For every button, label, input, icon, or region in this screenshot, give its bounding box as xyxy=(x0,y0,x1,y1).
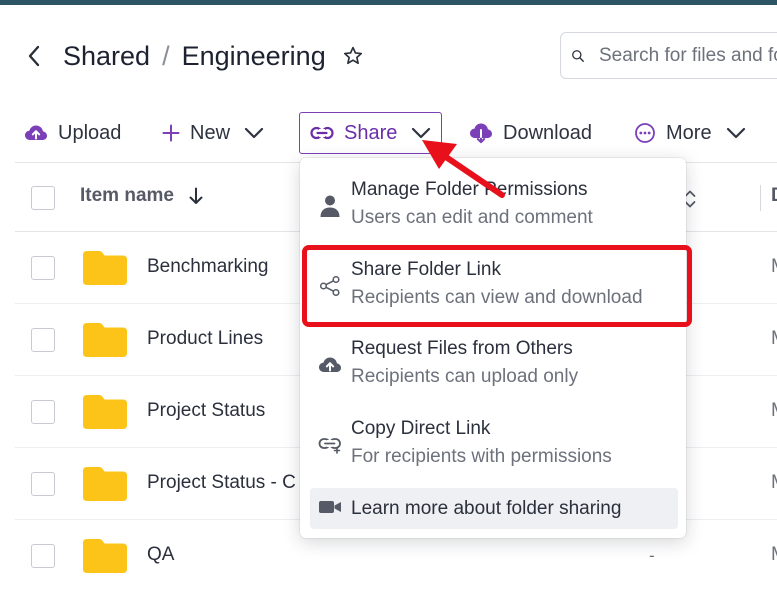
row-size: - xyxy=(649,546,655,565)
row-name[interactable]: Benchmarking xyxy=(147,256,268,278)
star-icon xyxy=(343,46,362,65)
more-button[interactable]: More xyxy=(634,112,746,154)
menu-item-request-files[interactable]: Request Files from Others Recipients can… xyxy=(300,317,686,387)
new-label: New xyxy=(190,121,231,144)
folder-icon xyxy=(83,467,127,501)
chevron-down-icon xyxy=(411,127,431,139)
download-label: Download xyxy=(503,121,592,144)
more-label: More xyxy=(666,121,712,144)
upload-label: Upload xyxy=(58,121,122,144)
share-label: Share xyxy=(344,121,398,144)
folder-icon xyxy=(83,323,127,357)
cloud-upload-icon xyxy=(24,123,48,143)
column-header-label: Item name xyxy=(80,185,174,206)
share-button[interactable]: Share xyxy=(299,112,442,154)
link-icon xyxy=(310,126,334,140)
menu-item-manage-permissions[interactable]: Manage Folder Permissions Users can edit… xyxy=(300,158,686,228)
cloud-download-icon xyxy=(469,122,493,144)
menu-item-title: Request Files from Others xyxy=(351,338,573,359)
row-name[interactable]: QA xyxy=(147,544,174,566)
menu-item-title: Share Folder Link xyxy=(351,259,501,280)
favorite-button[interactable] xyxy=(342,45,364,67)
chevron-down-icon xyxy=(244,127,264,139)
link-icon xyxy=(318,433,342,457)
more-dots-icon xyxy=(634,122,656,144)
menu-item-title: Copy Direct Link xyxy=(351,418,491,439)
menu-item-subtitle: Recipients can view and download xyxy=(351,287,643,308)
share-icon xyxy=(318,274,342,298)
row-name[interactable]: Product Lines xyxy=(147,328,263,350)
back-button[interactable] xyxy=(22,42,46,70)
top-accent-bar xyxy=(0,0,777,5)
row-checkbox[interactable] xyxy=(31,328,55,352)
row-name[interactable]: Project Status xyxy=(147,400,265,422)
row-name[interactable]: Project Status - C xyxy=(147,472,296,494)
breadcrumb-separator: / xyxy=(162,40,170,71)
row-modified: M xyxy=(771,256,777,278)
upload-button[interactable]: Upload xyxy=(24,112,121,154)
folder-icon xyxy=(83,395,127,429)
breadcrumb-current: Engineering xyxy=(181,40,326,71)
search-box[interactable] xyxy=(560,32,777,79)
toolbar: Upload New Share Download More xyxy=(0,112,777,154)
plus-icon xyxy=(162,124,180,142)
menu-item-title: Manage Folder Permissions xyxy=(351,179,588,200)
download-button[interactable]: Download xyxy=(469,112,592,154)
folder-icon xyxy=(83,539,127,573)
menu-item-share-folder-link[interactable]: Share Folder Link Recipients can view an… xyxy=(300,238,686,308)
column-header-next[interactable]: D xyxy=(771,185,777,207)
chevron-left-icon xyxy=(28,45,40,67)
menu-item-copy-direct-link[interactable]: Copy Direct Link For recipients with per… xyxy=(300,397,686,467)
menu-item-subtitle: For recipients with permissions xyxy=(351,446,612,467)
menu-item-subtitle: Users can edit and comment xyxy=(351,207,593,228)
row-checkbox[interactable] xyxy=(31,256,55,280)
new-button[interactable]: New xyxy=(162,112,264,154)
row-checkbox[interactable] xyxy=(31,544,55,568)
arrow-down-icon xyxy=(188,187,204,205)
person-icon xyxy=(318,194,342,218)
learn-more-folder-sharing[interactable]: Learn more about folder sharing xyxy=(310,488,678,529)
breadcrumb: Shared / Engineering xyxy=(63,38,364,74)
breadcrumb-root[interactable]: Shared xyxy=(63,41,150,72)
row-checkbox[interactable] xyxy=(31,472,55,496)
share-menu: Manage Folder Permissions Users can edit… xyxy=(300,158,686,538)
search-input[interactable] xyxy=(599,44,777,67)
chevron-down-icon xyxy=(726,127,746,139)
folder-icon xyxy=(83,251,127,285)
menu-item-subtitle: Recipients can upload only xyxy=(351,366,579,387)
cloud-upload-icon xyxy=(318,353,342,377)
row-modified: M xyxy=(771,544,777,566)
video-camera-icon xyxy=(318,497,342,517)
row-checkbox[interactable] xyxy=(31,400,55,424)
column-divider xyxy=(760,185,761,211)
learn-more-label: Learn more about folder sharing xyxy=(351,498,622,519)
row-modified: M xyxy=(771,472,777,494)
select-all-checkbox[interactable] xyxy=(31,186,55,210)
row-modified: M xyxy=(771,328,777,350)
row-modified: M xyxy=(771,400,777,422)
search-icon xyxy=(572,49,584,62)
column-header-item-name[interactable]: Item name xyxy=(80,185,204,207)
